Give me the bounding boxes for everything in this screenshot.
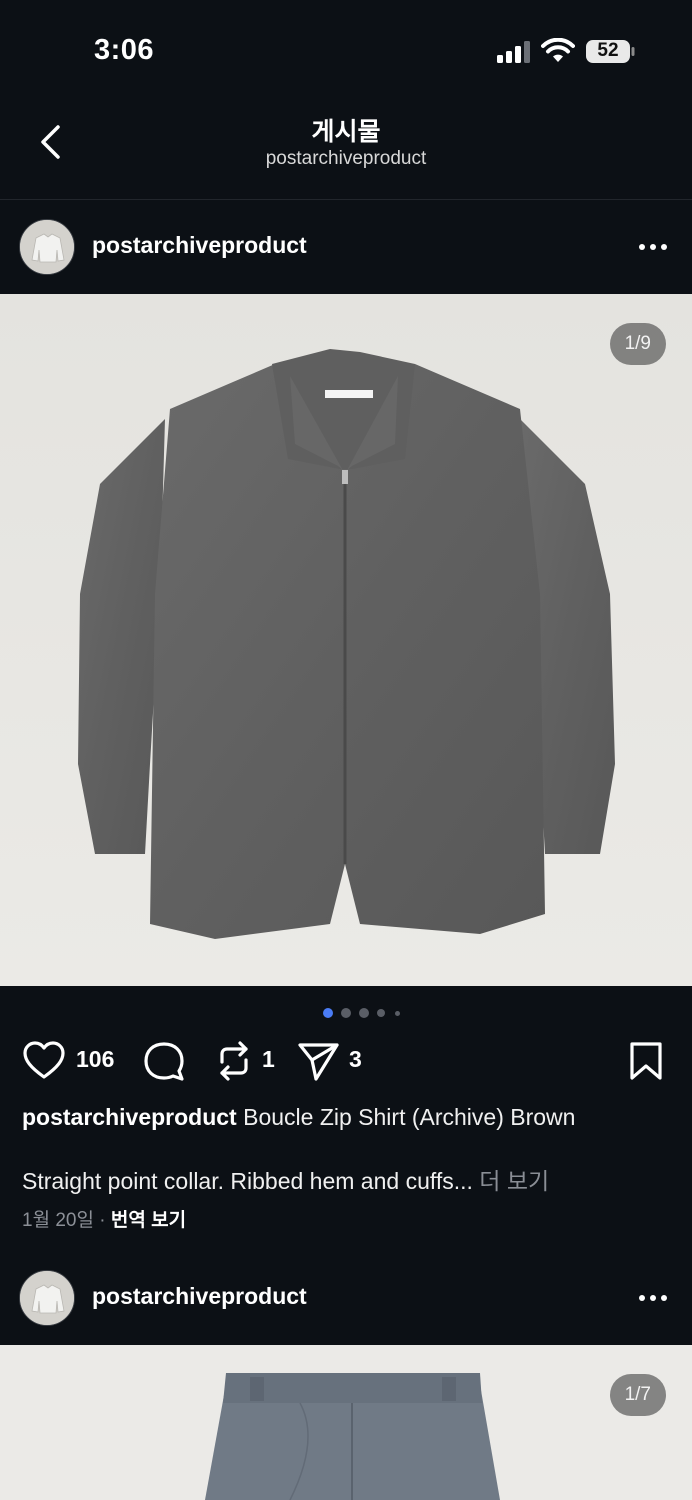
bookmark-icon[interactable] (624, 1040, 668, 1082)
like-count: 106 (76, 1046, 115, 1072)
send-icon[interactable] (296, 1040, 340, 1082)
post-date: 1월 20일 (22, 1210, 94, 1231)
caption-username[interactable]: postarchiveproduct (22, 1104, 237, 1130)
avatar-image (20, 220, 74, 274)
post-caption: postarchiveproduct Boucle Zip Shirt (Arc… (22, 1102, 682, 1132)
carousel-dot (395, 1011, 400, 1016)
battery-level: 52 (597, 40, 619, 61)
post-header-2: postarchiveproduct (0, 1251, 692, 1345)
avatar[interactable] (19, 1270, 75, 1326)
status-time: 3:06 (94, 34, 155, 66)
nav-header: 게시물 postarchiveproduct (0, 100, 692, 200)
status-bar: 3:06 52 (0, 0, 692, 100)
page-subtitle[interactable]: postarchiveproduct (0, 148, 692, 170)
post-actions: 106 1 3 (0, 1036, 692, 1086)
carousel-dots (0, 1006, 692, 1020)
carousel-dot (359, 1008, 369, 1018)
more-link[interactable]: 더 보기 (479, 1168, 549, 1194)
more-dots-icon[interactable] (634, 235, 672, 259)
repost-icon[interactable] (212, 1040, 256, 1082)
meta-separator: · (99, 1210, 111, 1231)
translate-link[interactable]: 번역 보기 (111, 1210, 186, 1231)
heart-icon[interactable] (22, 1040, 66, 1082)
wifi-icon (541, 38, 575, 62)
caption-title: Boucle Zip Shirt (Archive) Brown (243, 1104, 576, 1130)
avatar[interactable] (19, 219, 75, 275)
carousel-dot-active (323, 1008, 333, 1018)
post-username[interactable]: postarchiveproduct (92, 232, 307, 259)
image-counter: 1/9 (609, 323, 666, 365)
post-header: postarchiveproduct (0, 200, 692, 294)
page-title: 게시물 (311, 118, 381, 146)
comment-icon[interactable] (142, 1040, 186, 1082)
post-meta: 1월 20일 · 번역 보기 (22, 1205, 186, 1232)
battery-indicator: 52 (585, 39, 635, 64)
caption-text: Straight point collar. Ribbed hem and cu… (22, 1168, 473, 1194)
trousers-photo (0, 1345, 692, 1500)
post-image-2[interactable]: 1/7 (0, 1345, 692, 1500)
image-counter: 1/7 (609, 1374, 666, 1416)
share-count: 3 (349, 1046, 362, 1072)
carousel-dot (377, 1009, 385, 1017)
avatar-image (20, 1271, 74, 1325)
carousel-dot (341, 1008, 351, 1018)
repost-count: 1 (262, 1046, 275, 1072)
more-dots-icon[interactable] (634, 1286, 672, 1310)
post-screen: 3:06 52 게시물 postarchiveproduct postarchi… (0, 0, 692, 1500)
cardigan-photo (0, 294, 692, 986)
post-image[interactable]: 1/9 (0, 294, 692, 986)
caption-body: Straight point collar. Ribbed hem and cu… (22, 1166, 682, 1196)
signal-icon (497, 41, 530, 63)
post-username[interactable]: postarchiveproduct (92, 1283, 307, 1310)
